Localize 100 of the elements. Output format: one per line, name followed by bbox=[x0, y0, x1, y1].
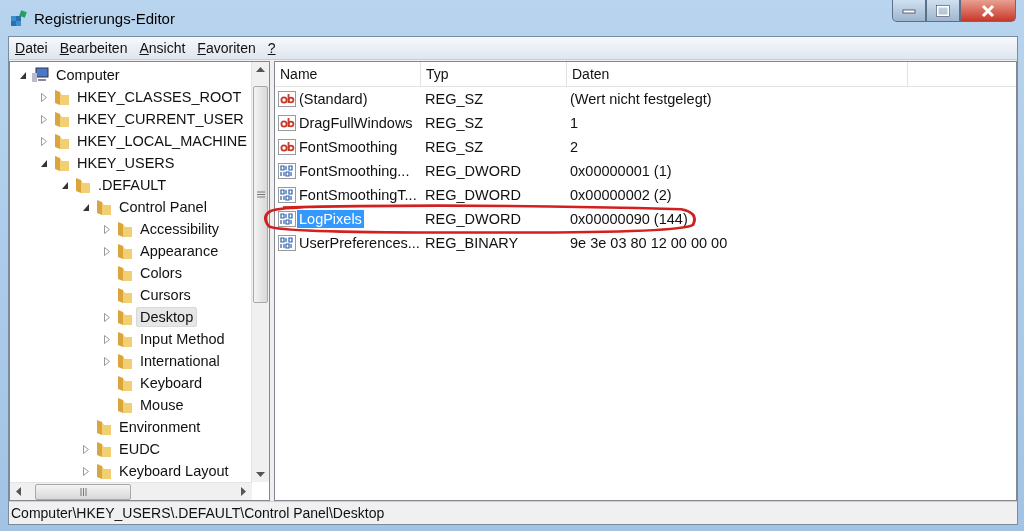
expand-icon[interactable] bbox=[82, 444, 90, 454]
value-type: REG_SZ bbox=[424, 139, 484, 155]
tree-item[interactable]: Keyboard Layout bbox=[115, 461, 233, 481]
folder-icon bbox=[115, 286, 133, 304]
folder-icon bbox=[94, 418, 112, 436]
value-type: REG_DWORD bbox=[424, 187, 522, 203]
expand-icon[interactable] bbox=[40, 92, 48, 102]
folder-icon bbox=[115, 242, 133, 260]
value-data: 2 bbox=[569, 139, 580, 155]
string-value-icon bbox=[278, 115, 296, 131]
tree-item[interactable]: HKEY_USERS bbox=[73, 153, 179, 173]
tree-item[interactable]: Colors bbox=[136, 263, 186, 283]
string-value-icon bbox=[278, 91, 296, 107]
folder-icon bbox=[94, 440, 112, 458]
scroll-right-arrow-icon[interactable] bbox=[241, 487, 246, 496]
value-name[interactable]: (Standard) bbox=[297, 90, 370, 108]
collapse-icon[interactable] bbox=[82, 202, 90, 212]
value-name[interactable]: DragFullWindows bbox=[297, 114, 415, 132]
string-value-icon bbox=[278, 139, 296, 155]
collapse-icon[interactable] bbox=[19, 70, 27, 80]
maximize-button[interactable] bbox=[926, 0, 960, 22]
folder-icon bbox=[94, 198, 112, 216]
folder-icon bbox=[115, 220, 133, 238]
tree-item[interactable]: Environment bbox=[115, 417, 205, 437]
value-name[interactable]: FontSmoothingT... bbox=[297, 186, 419, 204]
close-icon bbox=[980, 3, 996, 18]
value-name[interactable]: UserPreferences... bbox=[297, 234, 422, 252]
tree-item[interactable]: HKEY_CLASSES_ROOT bbox=[73, 87, 246, 107]
value-type: REG_BINARY bbox=[424, 235, 520, 251]
expand-icon[interactable] bbox=[103, 224, 111, 234]
column-header[interactable]: Daten bbox=[567, 62, 908, 86]
tree-item[interactable]: Cursors bbox=[136, 285, 195, 305]
value-data: 0x00000090 (144) bbox=[569, 211, 689, 227]
value-data: (Wert nicht festgelegt) bbox=[569, 91, 713, 107]
expand-icon[interactable] bbox=[103, 356, 111, 366]
value-name[interactable]: FontSmoothing bbox=[297, 138, 400, 156]
minimize-icon bbox=[902, 7, 916, 14]
column-header[interactable]: Typ bbox=[421, 62, 567, 86]
close-button[interactable] bbox=[960, 0, 1016, 22]
folder-icon bbox=[115, 264, 133, 282]
value-data: 0x00000001 (1) bbox=[569, 163, 673, 179]
value-type: REG_SZ bbox=[424, 115, 484, 131]
scroll-left-arrow-icon[interactable] bbox=[16, 487, 21, 496]
tree-item[interactable]: Accessibility bbox=[136, 219, 223, 239]
folder-icon bbox=[115, 374, 133, 392]
scrollbar-thumb[interactable] bbox=[253, 86, 268, 303]
column-header[interactable]: Name bbox=[275, 62, 421, 86]
tree-item[interactable]: HKEY_CURRENT_USER bbox=[73, 109, 248, 129]
tree-item[interactable]: Control Panel bbox=[115, 197, 211, 217]
value-data: 9e 3e 03 80 12 00 00 00 bbox=[569, 235, 729, 251]
folder-icon bbox=[115, 352, 133, 370]
menu-item[interactable]: Ansicht bbox=[139, 40, 186, 56]
computer-icon bbox=[31, 67, 49, 83]
menu-item[interactable]: ? bbox=[267, 40, 276, 56]
tree-item[interactable]: Input Method bbox=[136, 329, 229, 349]
binary-value-icon bbox=[278, 163, 296, 179]
folder-icon bbox=[115, 396, 133, 414]
collapse-icon[interactable] bbox=[40, 158, 48, 168]
tree-item[interactable]: EUDC bbox=[115, 439, 165, 459]
value-type: REG_DWORD bbox=[424, 211, 522, 227]
registry-icon bbox=[10, 9, 28, 27]
folder-icon bbox=[115, 330, 133, 348]
folder-icon bbox=[52, 110, 70, 128]
tree-item[interactable]: Mouse bbox=[136, 395, 188, 415]
window-title: Registrierungs-Editor bbox=[34, 9, 175, 27]
tree-item[interactable]: Desktop bbox=[136, 307, 198, 327]
menu-item[interactable]: Bearbeiten bbox=[59, 40, 128, 56]
binary-value-icon bbox=[278, 235, 296, 251]
grip-icon bbox=[256, 191, 265, 198]
expand-icon[interactable] bbox=[103, 334, 111, 344]
value-type: REG_DWORD bbox=[424, 163, 522, 179]
value-type: REG_SZ bbox=[424, 91, 484, 107]
tree-item[interactable]: Computer bbox=[52, 65, 124, 85]
expand-icon[interactable] bbox=[82, 466, 90, 476]
maximize-icon bbox=[936, 4, 950, 17]
scrollbar-thumb[interactable] bbox=[35, 483, 131, 500]
menu-item[interactable]: Favoriten bbox=[197, 40, 256, 56]
menu-item[interactable]: Datei bbox=[15, 40, 48, 56]
scroll-up-arrow-icon[interactable] bbox=[256, 67, 265, 72]
status-bar: Computer\HKEY_USERS\.DEFAULT\Control Panel\Desktop bbox=[9, 501, 1017, 524]
collapse-icon[interactable] bbox=[61, 180, 69, 190]
expand-icon[interactable] bbox=[40, 136, 48, 146]
tree-item[interactable]: HKEY_LOCAL_MACHINE bbox=[72, 131, 251, 151]
expand-icon[interactable] bbox=[103, 246, 111, 256]
grip-icon bbox=[79, 487, 87, 496]
tree-item[interactable]: .DEFAULT bbox=[94, 175, 171, 195]
tree-item[interactable]: Appearance bbox=[136, 241, 223, 261]
folder-icon bbox=[94, 462, 112, 480]
scroll-down-arrow-icon[interactable] bbox=[256, 472, 265, 477]
tree-item[interactable]: International bbox=[136, 351, 224, 371]
expand-icon[interactable] bbox=[103, 312, 111, 322]
tree-item[interactable]: Keyboard bbox=[136, 373, 207, 393]
minimize-button[interactable] bbox=[892, 0, 926, 22]
expand-icon[interactable] bbox=[40, 114, 48, 124]
folder-icon bbox=[52, 88, 70, 106]
value-name[interactable]: FontSmoothing... bbox=[297, 162, 412, 180]
folder-icon bbox=[115, 308, 133, 326]
value-data: 1 bbox=[569, 115, 580, 131]
binary-value-icon bbox=[278, 211, 296, 227]
value-data: 0x00000002 (2) bbox=[569, 187, 673, 203]
